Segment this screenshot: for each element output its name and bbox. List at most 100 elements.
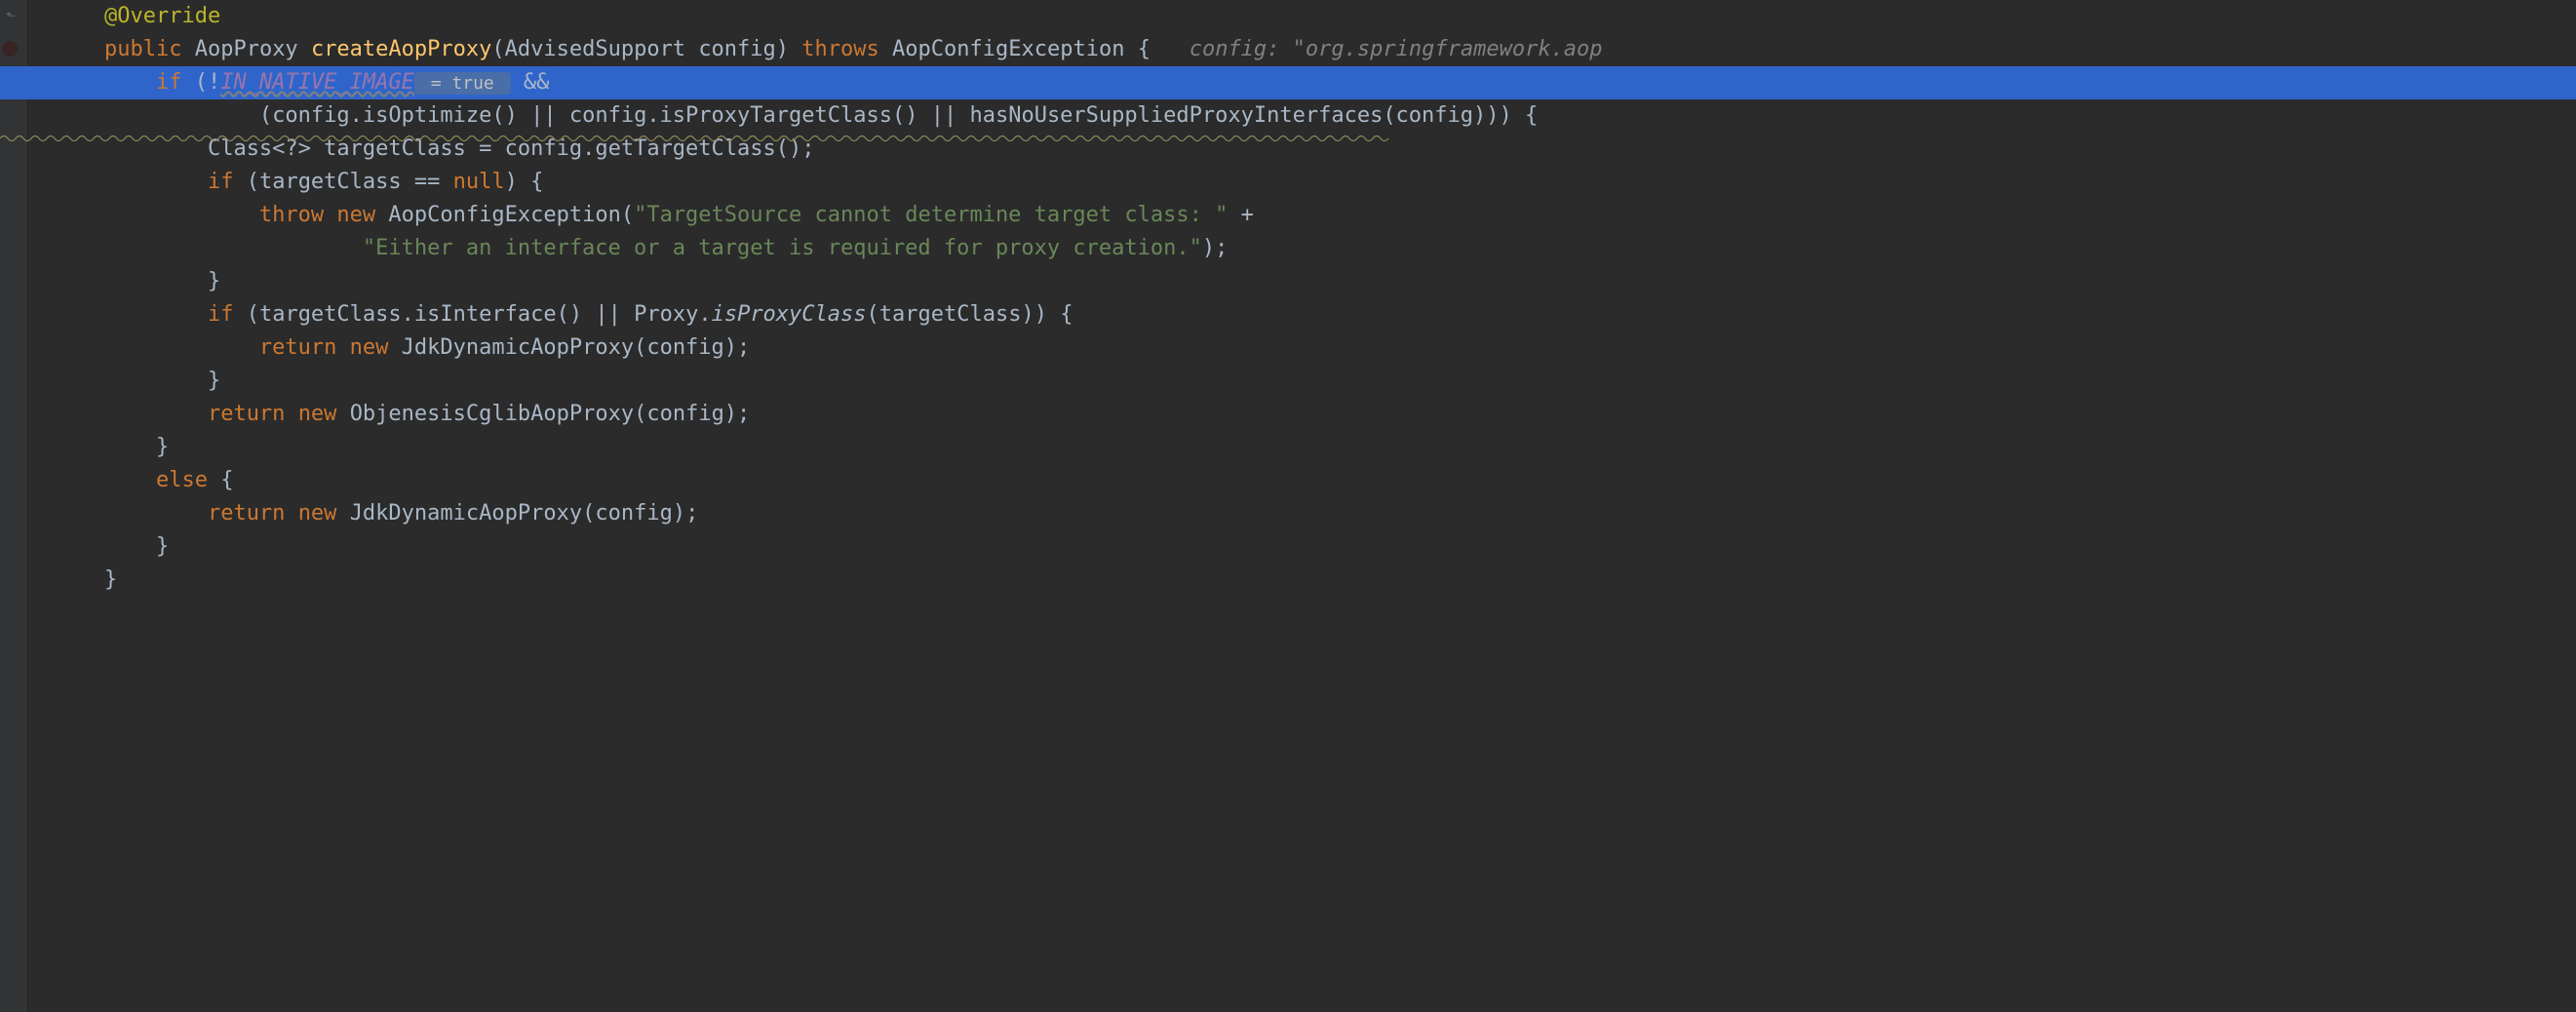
code-line[interactable]: } [0,431,2576,464]
code-token: { [530,170,543,194]
code-line[interactable]: (config.isOptimize() || config.isProxyTa… [0,99,2576,133]
code-token: else [156,468,208,492]
code-token [518,103,530,128]
code-token: createAopProxy [311,37,491,61]
code-token [233,170,246,194]
code-token: { [1060,302,1073,327]
code-token: ( [195,70,208,95]
indent [53,468,156,492]
code-token: AdvisedSupport [505,37,685,61]
code-token [1047,302,1060,327]
code-token: if [208,302,234,327]
code-token: config.isProxyTargetClass() [569,103,918,128]
gutter-stripe-icon[interactable] [2,41,18,57]
code-token: } [156,435,169,459]
code-token: return [208,501,285,525]
code-token: ( [491,37,504,61]
code-line[interactable]: else { [0,464,2576,497]
code-token [375,203,388,227]
code-token: return [259,335,336,360]
indent [53,269,208,293]
code-token: )) [1486,103,1512,128]
code-token: } [208,269,220,293]
code-line[interactable]: } [0,365,2576,398]
code-line[interactable]: "Either an interface or a target is requ… [0,232,2576,265]
code-token: )) [1021,302,1047,327]
code-token [491,136,504,161]
code-token: && [524,70,550,95]
code-token: = true [414,72,511,95]
editor-lines[interactable]: ⬑ @Override public AopProxy createAopPro… [0,0,2576,597]
code-token [466,136,479,161]
code-token: new [298,402,337,426]
code-token [440,170,452,194]
code-token: } [208,369,220,393]
code-token: AopProxy [195,37,298,61]
code-line[interactable]: return new JdkDynamicAopProxy(config); [0,497,2576,530]
code-token: || [595,302,621,327]
code-token: ( [259,103,272,128]
code-token: } [156,534,169,559]
indent [53,70,156,95]
code-token [518,170,530,194]
code-line[interactable]: } [0,564,2576,597]
code-token: new [298,501,337,525]
code-token [336,501,349,525]
code-token: public [104,37,181,61]
code-line[interactable]: return new ObjenesisCglibAopProxy(config… [0,398,2576,431]
code-token: hasNoUserSuppliedProxyInterfaces(config) [969,103,1486,128]
indent [53,369,208,393]
code-token [324,203,336,227]
code-line[interactable]: if (!IN_NATIVE_IMAGE = true && [0,66,2576,99]
code-token [685,37,698,61]
code-token: (config); [634,402,750,426]
code-token: ) [505,170,518,194]
code-token [1151,37,1190,61]
code-editor[interactable]: ⬑ @Override public AopProxy createAopPro… [0,0,2576,1012]
code-token: targetClass.isInterface() [259,302,582,327]
code-token [336,335,349,360]
code-token: "Either an interface or a target is requ… [363,236,1202,260]
code-token [1512,103,1525,128]
code-token [181,37,194,61]
code-token: { [220,468,233,492]
indent [53,4,104,28]
code-line[interactable]: if (targetClass == null) { [0,166,2576,199]
code-token: JdkDynamicAopProxy [402,335,634,360]
code-line[interactable]: ⬑ @Override [0,0,2576,33]
code-line[interactable]: } [0,530,2576,564]
indent [53,501,208,525]
code-token: targetClass [259,170,402,194]
code-line[interactable]: public AopProxy createAopProxy(AdvisedSu… [0,33,2576,66]
code-line[interactable]: } [0,265,2576,298]
code-line[interactable]: Class<?> targetClass = config.getTargetC… [0,133,2576,166]
code-token: targetClass [324,136,466,161]
override-gutter-icon[interactable]: ⬑ [6,10,18,21]
code-token: ( [247,302,259,327]
code-token: (config); [582,501,698,525]
code-token: == [414,170,441,194]
indent [53,37,104,61]
code-token [181,70,194,95]
code-token: ); [1202,236,1229,260]
indent [53,402,208,426]
code-token [208,468,220,492]
code-token: { [1525,103,1538,128]
code-token: IN_NATIVE_IMAGE [220,70,414,95]
code-token: if [208,170,234,194]
code-token: || [530,103,557,128]
indent [53,335,259,360]
code-line[interactable]: return new JdkDynamicAopProxy(config); [0,331,2576,365]
indent [53,236,363,260]
code-token [621,302,634,327]
code-token: . [698,302,711,327]
code-token: throws [801,37,878,61]
code-token: isProxyClass [712,302,867,327]
code-token: ( [247,170,259,194]
code-token: return [208,402,285,426]
indent [53,203,259,227]
code-line[interactable]: if (targetClass.isInterface() || Proxy.i… [0,298,2576,331]
indent [53,534,156,559]
code-token: Class<?> [208,136,311,161]
code-line[interactable]: throw new AopConfigException("TargetSour… [0,199,2576,232]
